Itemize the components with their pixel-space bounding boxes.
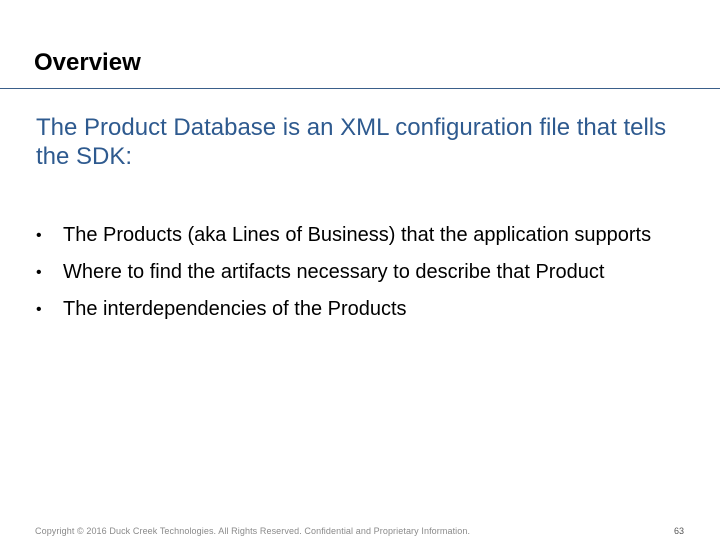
slide-title: Overview [34,49,141,76]
bullet-icon: • [36,301,42,318]
bullet-text: The Products (aka Lines of Business) tha… [63,224,652,246]
bullet-item: • Where to find the artifacts necessary … [36,259,686,286]
title-divider [0,88,720,89]
bullet-icon: • [36,264,42,281]
bullet-item: • The interdependencies of the Products [36,296,686,323]
bullet-text: Where to find the artifacts necessary to… [63,261,605,283]
bullet-icon: • [36,227,42,244]
slide-subtitle: The Product Database is an XML configura… [36,114,667,170]
bullet-text: The interdependencies of the Products [63,298,407,320]
bullet-list: • The Products (aka Lines of Business) t… [36,222,686,333]
copyright-footer: Copyright © 2016 Duck Creek Technologies… [35,526,471,536]
bullet-item: • The Products (aka Lines of Business) t… [36,222,686,249]
slide: Overview The Product Database is an XML … [0,0,720,540]
page-number: 63 [673,526,684,536]
